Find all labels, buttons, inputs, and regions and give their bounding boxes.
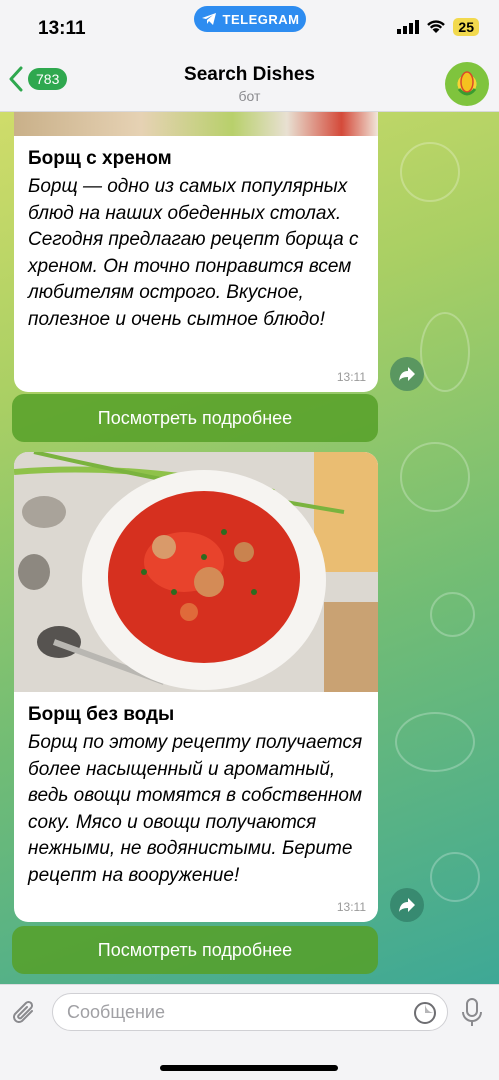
message-time: 13:11 — [336, 900, 366, 914]
dish-photo[interactable] — [14, 452, 378, 692]
telegram-plane-icon — [201, 13, 216, 25]
share-arrow-icon — [399, 367, 415, 381]
sticker-button[interactable] — [413, 1001, 437, 1030]
borscht-image — [14, 452, 378, 692]
message-time: 13:11 — [336, 370, 366, 384]
sticker-icon — [414, 1002, 436, 1024]
message-text: Борщ по этому рецепту получается более н… — [28, 732, 363, 886]
microphone-icon — [462, 998, 482, 1026]
microphone-button[interactable] — [460, 998, 484, 1033]
background-doodle — [400, 442, 470, 512]
share-button[interactable] — [390, 888, 424, 922]
home-indicator — [160, 1065, 338, 1071]
status-time: 13:11 — [38, 18, 86, 39]
signal-icon — [397, 20, 420, 34]
chat-area[interactable]: Борщ с хреном Борщ — одно из самых попул… — [0, 112, 499, 984]
chat-title[interactable]: Search Dishes — [0, 64, 499, 86]
battery-indicator: 25 — [453, 18, 479, 36]
status-bar: 13:11 TELEGRAM 25 — [0, 0, 499, 50]
chat-header: 783 Search Dishes бот — [0, 50, 499, 112]
wifi-icon — [427, 20, 446, 33]
message-input-bar — [0, 984, 499, 1080]
message-input-wrapper — [52, 993, 448, 1031]
background-doodle — [395, 712, 475, 772]
system-icons: 25 — [397, 18, 479, 36]
view-details-button[interactable]: Посмотреть подробнее — [12, 394, 378, 442]
share-button[interactable] — [390, 357, 424, 391]
background-doodle — [430, 592, 475, 637]
chat-subtitle: бот — [238, 88, 261, 104]
paperclip-icon — [13, 1000, 34, 1023]
dish-photo[interactable] — [14, 112, 378, 136]
view-details-button[interactable]: Посмотреть подробнее — [12, 926, 378, 974]
background-doodle — [430, 852, 480, 902]
bot-avatar[interactable] — [445, 62, 489, 106]
message-bubble[interactable]: Борщ без воды Борщ по этому рецепту полу… — [14, 452, 378, 922]
message-text: Борщ — одно из самых популярных блюд на … — [28, 176, 359, 330]
background-doodle — [420, 312, 470, 392]
message-title: Борщ с хреном — [28, 148, 172, 169]
share-arrow-icon — [399, 898, 415, 912]
message-title: Борщ без воды — [28, 704, 175, 725]
telegram-return-pill[interactable]: TELEGRAM — [194, 6, 306, 32]
attach-button[interactable] — [12, 999, 38, 1032]
telegram-pill-label: TELEGRAM — [222, 11, 300, 27]
corn-logo-icon — [457, 71, 477, 96]
background-doodle — [400, 142, 460, 202]
message-bubble[interactable]: Борщ с хреном Борщ — одно из самых попул… — [14, 112, 378, 392]
message-input[interactable] — [67, 994, 407, 1030]
